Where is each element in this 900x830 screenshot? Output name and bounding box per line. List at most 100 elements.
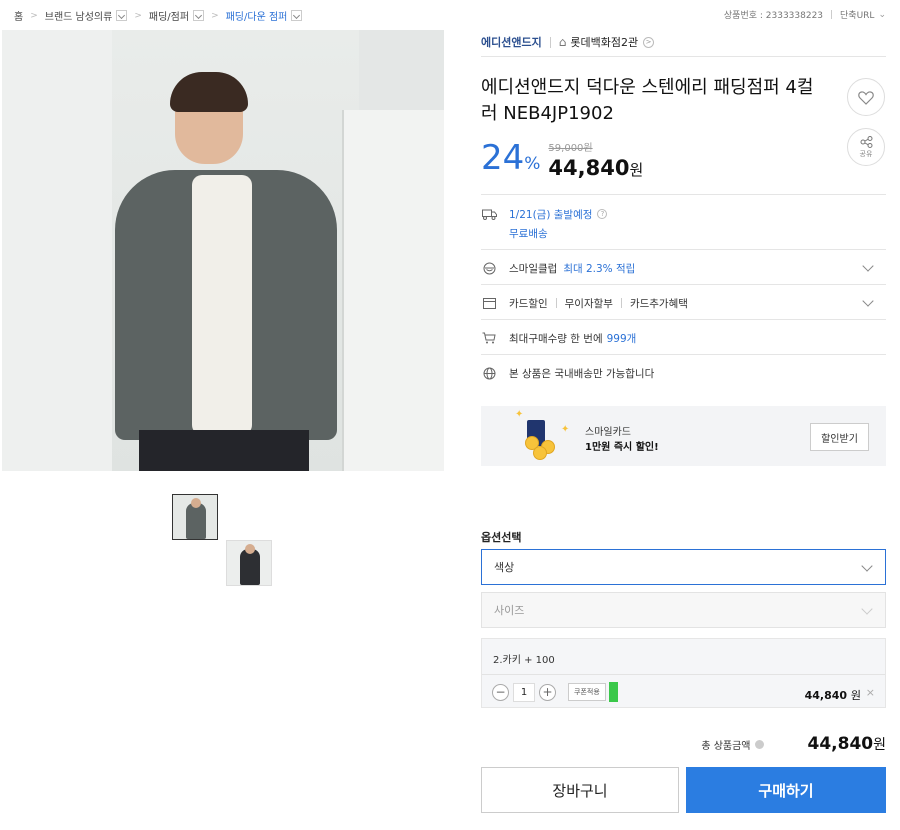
total-price: 총 상품금액 44,840원 (701, 734, 886, 754)
breadcrumb-category[interactable]: 패딩/점퍼 (149, 8, 189, 23)
card-benefit-row[interactable]: 카드할인 무이자할부 카드추가혜택 (481, 295, 886, 311)
quantity-input[interactable]: 1 (513, 683, 535, 702)
chevron-right-icon[interactable]: > (643, 36, 655, 48)
currency-unit: 원 (873, 737, 886, 753)
brand-link[interactable]: 에디션앤드지 (481, 34, 542, 50)
coin-icon (533, 446, 547, 460)
divider (481, 319, 886, 320)
divider (481, 249, 886, 250)
thumbnail-figure (186, 503, 206, 539)
image-background-wall (2, 30, 112, 471)
sale-price-value: 44,840 (548, 156, 630, 180)
cart-icon (481, 330, 497, 346)
dropdown-icon[interactable] (193, 10, 205, 21)
shipping-region-row: 본 상품은 국내배송만 가능합니다 (481, 365, 886, 381)
product-main-image (2, 30, 444, 471)
model-pants (139, 430, 309, 471)
info-icon[interactable] (754, 739, 764, 749)
share-label: 공유 (859, 149, 873, 158)
chevron-down-icon (861, 603, 873, 615)
thumbnail-figure (240, 549, 260, 585)
dropdown-icon[interactable] (291, 10, 303, 21)
model-sweater (192, 175, 252, 435)
chevron-right-icon: > (30, 10, 38, 21)
favorite-button[interactable] (847, 78, 885, 116)
price-block: 24% 59,000원 44,840원 (481, 138, 643, 184)
chevron-down-icon[interactable] (862, 260, 874, 272)
smile-club-label: 스마일클럽 (509, 262, 558, 275)
smile-icon (481, 260, 497, 276)
coupon-indicator (609, 682, 618, 702)
minus-button[interactable]: − (492, 684, 509, 701)
chevron-down-icon[interactable] (862, 295, 874, 307)
size-select-label: 사이즈 (494, 604, 525, 617)
thumbnail-1[interactable] (172, 494, 218, 540)
breadcrumb-current[interactable]: 패딩/다운 점퍼 (226, 8, 288, 23)
total-value: 44,840원 (808, 734, 887, 754)
divider (620, 298, 622, 308)
smile-club-row[interactable]: 스마일클럽 최대 2.3% 적립 (481, 260, 886, 276)
color-select-label: 색상 (494, 561, 515, 574)
card-discount-link[interactable]: 카드할인 (509, 296, 548, 311)
color-select[interactable]: 색상 (481, 549, 886, 585)
banner-title: 스마일카드 (585, 427, 631, 438)
thumbnail-head (245, 544, 255, 554)
size-select[interactable]: 사이즈 (481, 592, 886, 628)
price-values: 59,000원 44,840원 (548, 139, 643, 184)
thumbnail-head (191, 498, 201, 508)
heart-icon (858, 90, 874, 105)
dropdown-icon[interactable] (116, 10, 128, 21)
divider (481, 56, 886, 57)
discount-percent: 24% (481, 138, 540, 184)
thumbnail-2[interactable] (226, 540, 272, 586)
selected-option: 2.카키 + 100 − 1 + 쿠폰적용 44,840 원 × (481, 638, 886, 708)
truck-icon (481, 206, 497, 222)
sparkle-icon: ✦ (515, 409, 524, 420)
card-benefit-link[interactable]: 카드추가혜택 (630, 296, 688, 311)
product-number: 상품번호 : 2333338223 (723, 11, 824, 21)
breadcrumb-brand[interactable]: 브랜드 남성의류 (45, 8, 113, 23)
smile-club-value: 최대 2.3% 적립 (563, 262, 636, 275)
max-quantity-label: 최대구매수량 한 번에 (509, 332, 603, 345)
help-icon[interactable]: ? (597, 209, 608, 219)
banner-subtitle: 1만원 즉시 할인! (585, 442, 659, 453)
total-amount: 44,840 (807, 734, 874, 754)
globe-icon (481, 365, 497, 381)
delivery-date: 1/21(금) 출발예정 (509, 208, 593, 221)
domestic-notice: 본 상품은 국내배송만 가능합니다 (509, 367, 655, 380)
divider (482, 674, 885, 675)
sparkle-icon: ✦ (561, 424, 570, 435)
sale-price: 44,840원 (548, 154, 643, 184)
card-icon (481, 295, 497, 311)
chevron-down-icon (861, 560, 873, 572)
installment-link[interactable]: 무이자할부 (565, 296, 613, 311)
apply-coupon-button[interactable]: 쿠폰적용 (568, 683, 606, 701)
option-amount: 44,840 원 (805, 687, 861, 703)
chevron-right-icon: > (211, 10, 219, 21)
original-price: 59,000원 (548, 143, 593, 154)
divider (549, 36, 551, 48)
share-icon (860, 135, 872, 148)
share-button[interactable]: 공유 (847, 128, 885, 166)
currency-unit: 원 (629, 161, 644, 179)
short-url-button[interactable]: 단축URL (840, 8, 874, 21)
buy-now-button[interactable]: 구매하기 (686, 767, 886, 813)
smile-card-banner: ✦ ✦ 스마일카드 1만원 즉시 할인! 할인받기 (481, 406, 886, 466)
shop-info: 에디션앤드지 ⌂ 롯데백화점2관 > (481, 34, 655, 50)
percent-sign: % (524, 154, 541, 174)
delivery-row: 1/21(금) 출발예정 ? (481, 206, 886, 222)
total-label: 총 상품금액 (701, 740, 751, 752)
divider (555, 298, 557, 308)
get-discount-button[interactable]: 할인받기 (810, 423, 869, 451)
breadcrumb-home[interactable]: 홈 (14, 8, 23, 23)
home-icon: ⌂ (558, 35, 567, 49)
product-title: 에디션앤드지 덕다운 스텐에리 패딩점퍼 4컬러 NEB4JP1902 (481, 77, 814, 124)
plus-button[interactable]: + (539, 684, 556, 701)
option-amount-value: 44,840 (804, 689, 848, 702)
store-link[interactable]: 롯데백화점2관 (570, 34, 638, 50)
max-quantity-row: 최대구매수량 한 번에 999개 (481, 330, 886, 346)
close-icon[interactable]: × (866, 686, 875, 699)
max-quantity-value: 999개 (606, 332, 637, 345)
delivery-fee: 무료배송 (509, 228, 548, 240)
add-to-cart-button[interactable]: 장바구니 (481, 767, 679, 813)
